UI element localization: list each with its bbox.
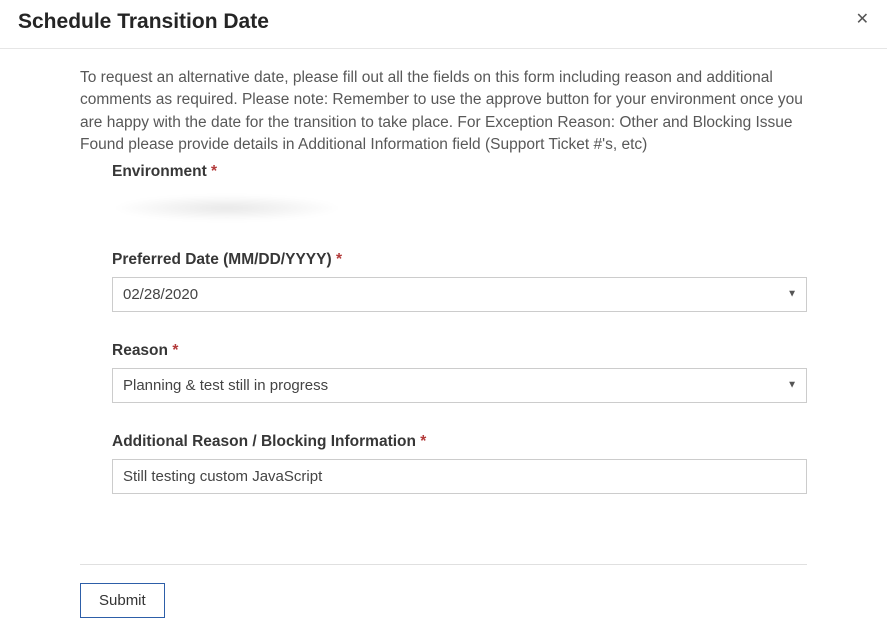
- required-asterisk: *: [336, 251, 342, 268]
- modal-content: To request an alternative date, please f…: [0, 49, 887, 494]
- field-additional: Additional Reason / Blocking Information…: [80, 433, 807, 494]
- preferred-date-select[interactable]: 02/28/2020: [112, 277, 807, 312]
- additional-input[interactable]: [112, 459, 807, 494]
- close-icon[interactable]: ✕: [856, 10, 869, 28]
- field-environment: Environment *: [80, 163, 807, 181]
- modal-footer: Submit: [0, 565, 887, 636]
- modal-header: Schedule Transition Date ✕: [0, 0, 887, 49]
- reason-select[interactable]: Planning & test still in progress: [112, 368, 807, 403]
- submit-button[interactable]: Submit: [80, 583, 165, 618]
- preferred-date-label: Preferred Date (MM/DD/YYYY) *: [112, 251, 807, 269]
- intro-text: To request an alternative date, please f…: [80, 67, 807, 157]
- modal-title: Schedule Transition Date: [18, 10, 269, 34]
- field-preferred-date: Preferred Date (MM/DD/YYYY) * 02/28/2020…: [80, 251, 807, 312]
- environment-value-redacted: [112, 195, 342, 221]
- additional-label: Additional Reason / Blocking Information…: [112, 433, 807, 451]
- field-reason: Reason * Planning & test still in progre…: [80, 342, 807, 403]
- required-asterisk: *: [211, 163, 217, 180]
- required-asterisk: *: [172, 342, 178, 359]
- environment-label: Environment *: [112, 163, 807, 181]
- reason-label: Reason *: [112, 342, 807, 360]
- required-asterisk: *: [420, 433, 426, 450]
